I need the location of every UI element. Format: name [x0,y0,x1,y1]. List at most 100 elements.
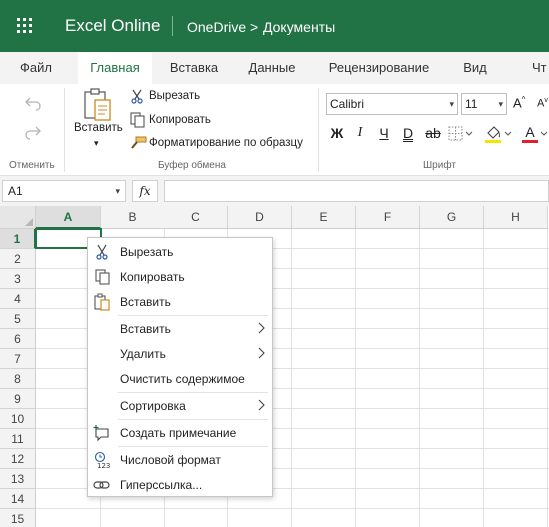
font-color-button[interactable]: A [522,124,538,143]
comment-icon [93,425,109,442]
menu-item-label: Удалить [120,347,166,361]
breadcrumb-documents[interactable]: Документы [263,18,335,36]
row-header-8[interactable]: 8 [0,369,36,389]
column-header-f[interactable]: F [356,206,420,229]
menu-item-cut[interactable]: Вырезать [88,240,272,264]
row-header-5[interactable]: 5 [0,309,36,329]
select-all-corner[interactable] [0,206,36,229]
font-size-value: 11 [465,97,478,111]
row-header-4[interactable]: 4 [0,289,36,309]
tab-insert[interactable]: Вставка [160,52,228,84]
tab-read[interactable]: Чт [532,52,549,84]
scissors-icon [131,89,143,104]
menu-item-copy[interactable]: Копировать [88,265,272,289]
redo-icon[interactable] [24,124,42,140]
menu-item-delete[interactable]: Удалить [88,342,272,366]
breadcrumb-separator-icon: > [250,19,259,35]
menu-separator [118,419,268,420]
menu-item-insert[interactable]: Вставить [88,317,272,341]
undo-group-label: Отменить [9,160,55,171]
strikethrough-button[interactable]: ab [424,125,442,141]
tab-file[interactable]: Файл [10,52,62,84]
menu-item-number-format[interactable]: 123 Числовой формат [88,448,272,472]
copy-button[interactable]: Копировать [149,114,211,126]
column-header-h[interactable]: H [484,206,548,229]
cut-button[interactable]: Вырезать [149,90,200,102]
spreadsheet-grid[interactable]: A B C D E F G H 1 2 3 4 5 6 7 8 9 10 11 12 13 14 15 [0,206,549,527]
menu-item-label: Вставить [120,322,171,336]
row-header-11[interactable]: 11 [0,429,36,449]
menu-separator [118,315,268,316]
menu-separator [118,392,268,393]
column-header-e[interactable]: E [292,206,356,229]
app-title[interactable]: Excel Online [65,16,160,36]
menu-item-label: Создать примечание [120,426,237,440]
bold-button[interactable]: Ж [329,125,345,141]
paste-icon [94,293,110,311]
chevron-down-icon[interactable] [540,130,549,138]
tab-home[interactable]: Главная [78,52,152,84]
menu-item-sort[interactable]: Сортировка [88,394,272,418]
row-header-13[interactable]: 13 [0,469,36,489]
chevron-down-icon: ▾ [449,99,454,109]
row-header-12[interactable]: 12 [0,449,36,469]
copy-icon [130,112,145,128]
scissors-icon [96,244,108,260]
row-header-14[interactable]: 14 [0,489,36,509]
link-icon [93,481,110,489]
underline-button[interactable]: Ч [376,125,392,141]
column-header-c[interactable]: C [164,206,228,229]
app-launcher-icon[interactable] [17,18,33,34]
formula-bar: A1 ▾ fx [0,176,549,206]
row-header-15[interactable]: 15 [0,509,36,527]
name-box-value: A1 [8,184,23,198]
formula-input[interactable] [164,180,549,202]
shrink-font-button[interactable]: Av [537,97,548,110]
undo-icon[interactable] [24,95,42,111]
row-header-7[interactable]: 7 [0,349,36,369]
insert-function-button[interactable]: fx [132,180,158,202]
paste-dropdown-icon[interactable]: ▾ [94,138,99,149]
borders-icon[interactable] [448,126,474,142]
tab-view[interactable]: Вид [452,52,498,84]
grow-font-button[interactable]: A^ [513,95,525,110]
row-header-1[interactable]: 1 [0,229,36,249]
chevron-down-icon: ▾ [498,99,503,109]
menu-item-clear-contents[interactable]: Очистить содержимое [88,367,272,391]
menu-item-new-comment[interactable]: Создать примечание [88,421,272,445]
font-name-select[interactable]: Calibri ▾ [326,93,458,115]
column-header-d[interactable]: D [228,206,292,229]
menu-item-label: Вставить [120,295,171,309]
double-underline-button[interactable]: D [400,125,416,141]
paste-button[interactable]: Вставить [74,122,123,134]
menu-separator [118,446,268,447]
column-header-b[interactable]: B [101,206,165,229]
menu-item-hyperlink[interactable]: Гиперссылка... [88,473,272,497]
row-header-6[interactable]: 6 [0,329,36,349]
row-header-9[interactable]: 9 [0,389,36,409]
column-header-g[interactable]: G [420,206,484,229]
name-box[interactable]: A1 ▾ [2,180,126,202]
tab-data[interactable]: Данные [238,52,306,84]
chevron-down-icon: ▾ [115,186,120,196]
menu-item-paste[interactable]: Вставить [88,290,272,314]
italic-button[interactable]: I [352,125,368,141]
row-header-3[interactable]: 3 [0,269,36,289]
menu-item-label: Гиперссылка... [120,478,203,492]
column-header-a[interactable]: A [36,206,101,229]
gridline [355,229,356,527]
format-painter-button[interactable]: Форматирование по образцу [149,137,303,149]
tab-review[interactable]: Рецензирование [318,52,440,84]
clipboard-group-label: Буфер обмена [158,160,226,171]
chevron-right-icon [258,347,265,359]
title-bar: Excel Online OneDrive > Документы [0,0,549,52]
menu-item-label: Вырезать [120,245,174,259]
ribbon-divider [64,88,65,172]
fill-color-icon[interactable] [484,124,514,144]
row-header-10[interactable]: 10 [0,409,36,429]
row-header-2[interactable]: 2 [0,249,36,269]
font-size-select[interactable]: 11 ▾ [461,93,507,115]
svg-text:123: 123 [97,462,110,469]
paste-icon[interactable] [83,88,113,122]
breadcrumb-onedrive[interactable]: OneDrive [187,18,246,36]
